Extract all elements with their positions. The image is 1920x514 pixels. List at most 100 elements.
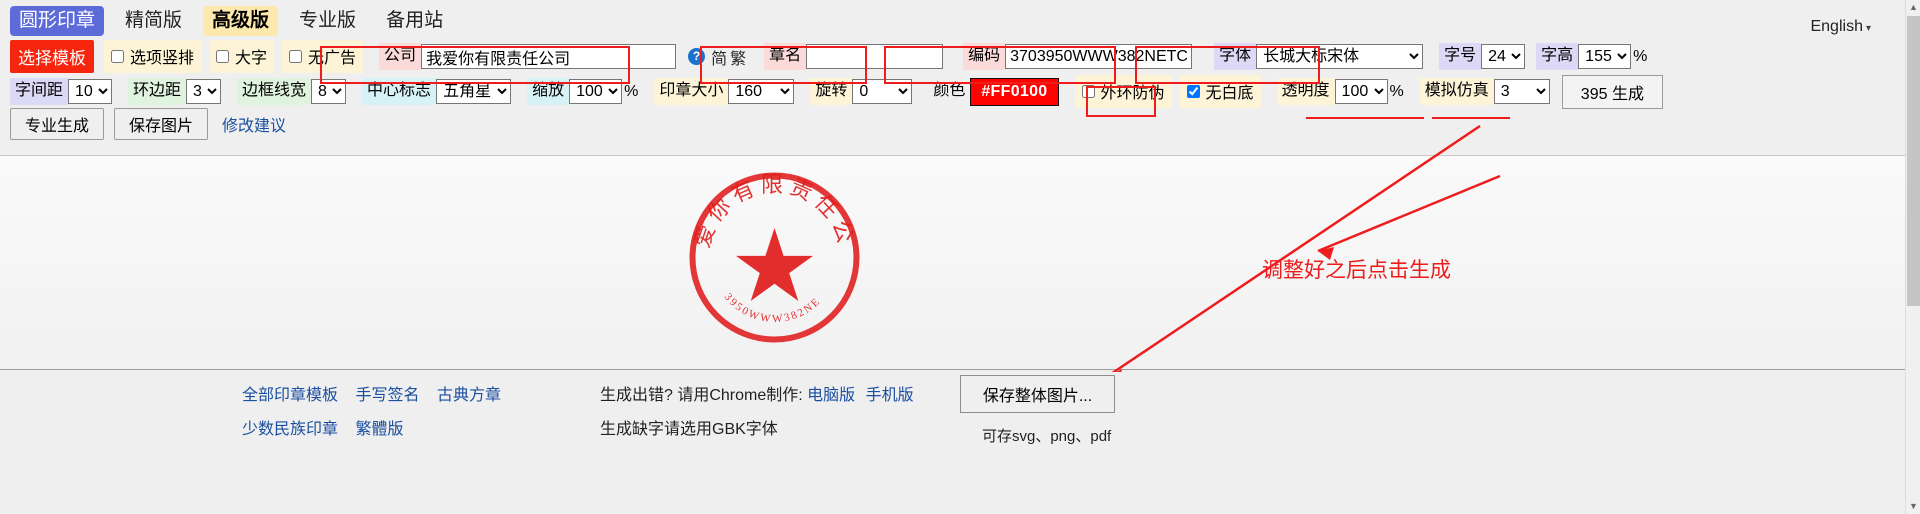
char-spacing-label: 字间距 — [10, 78, 69, 105]
star-icon — [736, 228, 813, 301]
stamp-name-field-group: 章名 — [764, 43, 944, 70]
footer-save-column: 保存整体图片... 可存svg、png、pdf — [960, 375, 1115, 446]
pro-generate-button[interactable]: 专业生成 — [10, 108, 105, 140]
color-swatch[interactable]: #FF0100 — [970, 77, 1059, 106]
footer-links-row-2: 少数民族印章 繁體版 — [242, 415, 514, 439]
checkbox-no-ads-label: 无广告 — [308, 50, 357, 67]
vertical-scrollbar[interactable]: ▲ ▼ — [1905, 0, 1920, 514]
link-all-templates[interactable]: 全部印章模板 — [242, 387, 338, 404]
rotate-label: 旋转 — [810, 78, 853, 105]
footer-error-note: 生成出错? 请用Chrome制作: — [600, 387, 803, 404]
simulate-group: 模拟仿真 3 — [1419, 78, 1550, 105]
font-height-label: 字高 — [1536, 43, 1579, 70]
simulate-select[interactable]: 3 — [1493, 79, 1550, 104]
footer-note-row-2: 生成缺字请选用GBK字体 — [600, 421, 778, 438]
ring-spacing-group: 环边距 3 — [128, 78, 222, 105]
tab-advanced[interactable]: 高级版 — [203, 6, 279, 36]
footer-notes-column: 生成出错? 请用Chrome制作: 电脑版 手机版 生成缺字请选用GBK字体 — [600, 381, 920, 449]
scroll-up-icon[interactable]: ▲ — [1906, 0, 1920, 15]
checkbox-outer-ring-antifake[interactable]: 外环防伪 — [1074, 75, 1172, 108]
font-height-select[interactable]: 155 — [1578, 44, 1632, 69]
font-size-label: 字号 — [1439, 43, 1482, 70]
checkbox-no-ads-input[interactable] — [289, 49, 303, 63]
link-classic-square-stamp[interactable]: 古典方章 — [437, 387, 501, 404]
ring-spacing-select[interactable]: 3 — [186, 79, 222, 104]
checkbox-big-characters[interactable]: 大字 — [209, 40, 275, 73]
checkbox-no-white-bg-input[interactable] — [1186, 84, 1200, 98]
annotation-text: 调整好之后点击生成 — [1262, 259, 1451, 282]
traditional-link[interactable]: 繁 — [730, 45, 746, 69]
color-group: 颜色 #FF0100 — [928, 77, 1059, 106]
checkbox-no-ads[interactable]: 无广告 — [282, 40, 364, 73]
help-icon[interactable]: ? — [688, 48, 706, 65]
save-image-button[interactable]: 保存图片 — [114, 108, 209, 140]
footer-links-column: 全部印章模板 手写签名 古典方章 少数民族印章 繁體版 — [242, 381, 514, 449]
code-input[interactable] — [1005, 44, 1193, 69]
border-width-select[interactable]: 8 — [311, 79, 347, 104]
checkbox-big-characters-input[interactable] — [216, 49, 230, 63]
stamp-canvas[interactable]: 我爱你有限责任公司 3703950WWW382NETCN 调整好之后点击生成 — [0, 150, 1905, 370]
suggestion-link[interactable]: 修改建议 — [222, 112, 286, 136]
font-label: 字体 — [1214, 43, 1257, 70]
footer: 全部印章模板 手写签名 古典方章 少数民族印章 繁體版 生成出错? 请用Chro… — [0, 372, 1905, 514]
stamp-size-select[interactable]: 160 — [728, 79, 795, 104]
scale-select[interactable]: 100 — [569, 79, 623, 104]
font-field-group: 字体 长城大标宋体 — [1214, 43, 1424, 70]
link-mobile-version[interactable]: 手机版 — [866, 387, 914, 404]
save-format-note: 可存svg、png、pdf — [982, 428, 1112, 445]
underline-simulate — [1306, 117, 1424, 119]
tab-round-stamp[interactable]: 圆形印章 — [10, 6, 105, 36]
rotate-select[interactable]: 0 — [852, 79, 913, 104]
font-height-group: 字高 155 % — [1536, 43, 1647, 70]
link-handwritten-signature[interactable]: 手写签名 — [355, 387, 419, 404]
company-field-group: 公司 — [379, 43, 677, 70]
color-label: 颜色 — [933, 82, 966, 100]
font-size-select[interactable]: 24 — [1481, 44, 1526, 69]
tab-professional[interactable]: 专业版 — [290, 6, 365, 36]
rotate-group: 旋转 0 — [810, 78, 913, 105]
scrollbar-thumb[interactable] — [1907, 16, 1920, 306]
scroll-down-icon[interactable]: ▼ — [1906, 499, 1920, 514]
char-spacing-select[interactable]: 10 — [68, 79, 113, 104]
page-root: 圆形印章 精简版 高级版 专业版 备用站 English ▾ 选择模板 选项竖排 … — [0, 0, 1920, 514]
simulate-label: 模拟仿真 — [1419, 78, 1494, 105]
stamp-name-label: 章名 — [764, 43, 807, 70]
checkbox-vertical-options[interactable]: 选项竖排 — [104, 40, 202, 73]
language-selector[interactable]: English ▾ — [1810, 18, 1871, 36]
stamp-name-input[interactable] — [806, 44, 944, 69]
stamp-preview[interactable]: 我爱你有限责任公司 3703950WWW382NETCN — [673, 150, 862, 345]
generate-button[interactable]: 395 生成 — [1561, 74, 1663, 109]
link-traditional-version[interactable]: 繁體版 — [355, 421, 403, 438]
border-width-group: 边框线宽 8 — [237, 78, 347, 105]
options-row-3: 专业生成 保存图片 修改建议 — [0, 108, 1905, 140]
tab-bar: 圆形印章 精简版 高级版 专业版 备用站 — [0, 0, 1905, 38]
chevron-down-icon: ▾ — [1865, 23, 1871, 34]
checkbox-vertical-options-input[interactable] — [111, 49, 124, 63]
checkbox-outer-ring-antifake-label: 外环防伪 — [1100, 85, 1165, 102]
tab-simple[interactable]: 精简版 — [116, 6, 191, 36]
opacity-label: 透明度 — [1276, 78, 1335, 105]
link-ethnic-minority-stamp[interactable]: 少数民族印章 — [242, 421, 338, 438]
checkbox-outer-ring-antifake-input[interactable] — [1081, 84, 1095, 98]
opacity-select[interactable]: 100 — [1334, 79, 1388, 104]
scale-group: 缩放 100 % — [527, 78, 638, 105]
company-label: 公司 — [379, 43, 422, 70]
select-template-button[interactable]: 选择模板 — [10, 40, 94, 73]
simplified-link[interactable]: 简 — [711, 45, 727, 69]
link-desktop-version[interactable]: 电脑版 — [807, 387, 855, 404]
stamp-svg: 我爱你有限责任公司 3703950WWW382NETCN — [673, 150, 860, 343]
code-field-group: 编码 — [963, 43, 1193, 70]
char-spacing-group: 字间距 10 — [10, 78, 113, 105]
center-mark-select[interactable]: 五角星 — [436, 79, 512, 104]
checkbox-no-white-bg[interactable]: 无白底 — [1179, 75, 1261, 108]
company-input[interactable] — [421, 44, 677, 69]
stamp-size-label: 印章大小 — [654, 78, 729, 105]
center-mark-label: 中心标志 — [362, 78, 437, 105]
opacity-percent: % — [1389, 82, 1404, 100]
language-label: English — [1810, 18, 1863, 35]
save-whole-image-button[interactable]: 保存整体图片... — [960, 375, 1115, 413]
stamp-size-group: 印章大小 160 — [654, 78, 795, 105]
border-width-label: 边框线宽 — [237, 78, 312, 105]
tab-backup-site[interactable]: 备用站 — [377, 6, 452, 36]
font-select[interactable]: 长城大标宋体 — [1256, 44, 1424, 69]
